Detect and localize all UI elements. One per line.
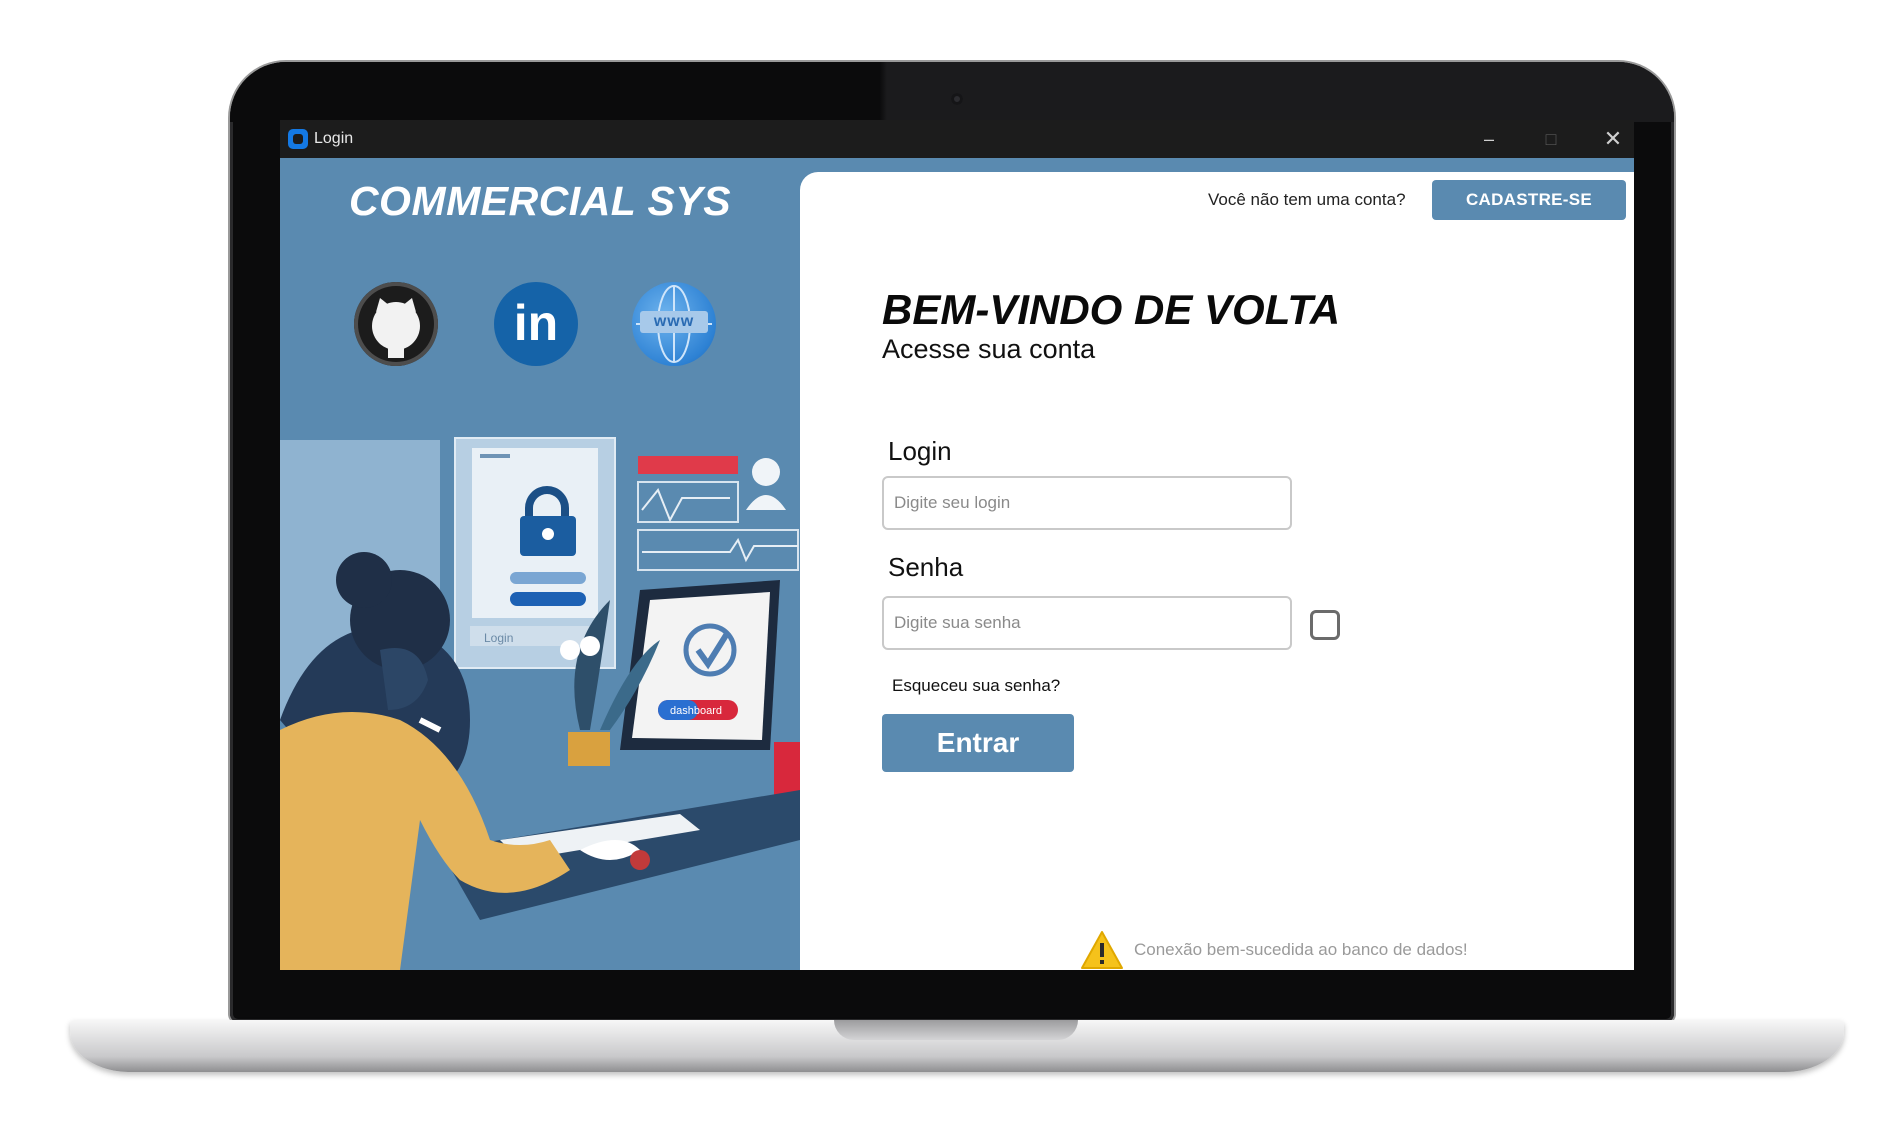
login-input[interactable] [882,476,1292,530]
welcome-title: BEM-VINDO DE VOLTA [882,286,1341,333]
linkedin-link[interactable]: in [494,282,578,366]
github-link[interactable] [354,282,438,366]
app-icon [288,129,308,149]
login-window: Login – □ ✕ COMMERCIAL SYS in www Login … [280,120,1634,970]
show-password-checkbox[interactable] [1310,610,1340,640]
brand-title: COMMERCIAL SYS [348,178,732,224]
welcome-subtitle: Acesse sua conta [882,334,1096,364]
illustration-login-label: Login [484,631,513,645]
linkedin-icon: in [513,295,559,351]
status-message: Conexão bem-sucedida ao banco de dados! [1134,940,1468,959]
github-icon [372,298,420,358]
window-title: Login [314,130,354,147]
webcam [951,93,963,105]
signup-button[interactable]: CADASTRE-SE [1432,180,1626,220]
laptop-bezel [230,62,1674,122]
website-link[interactable]: www [632,282,716,366]
close-button[interactable]: ✕ [1590,124,1634,154]
minimize-button[interactable]: – [1466,124,1512,154]
laptop-notch [834,1020,1078,1040]
website-icon: www [640,311,708,333]
login-illustration: Login dashboard [280,420,800,970]
illustration-dashboard-label: dashboard [670,705,722,717]
status-bar: Conexão bem-sucedida ao banco de dados! [1080,930,1600,970]
no-account-text: Você não tem uma conta? [1208,190,1406,209]
login-card: Você não tem uma conta? CADASTRE-SE BEM-… [800,172,1634,970]
maximize-button[interactable]: □ [1528,124,1574,154]
enter-button[interactable]: Entrar [882,714,1074,772]
warning-icon [1081,931,1123,969]
title-bar: Login – □ ✕ [280,120,1634,158]
forgot-password-link[interactable]: Esqueceu sua senha? [892,676,1060,696]
password-label: Senha [888,552,964,582]
password-input[interactable] [882,596,1292,650]
login-label: Login [888,436,952,466]
